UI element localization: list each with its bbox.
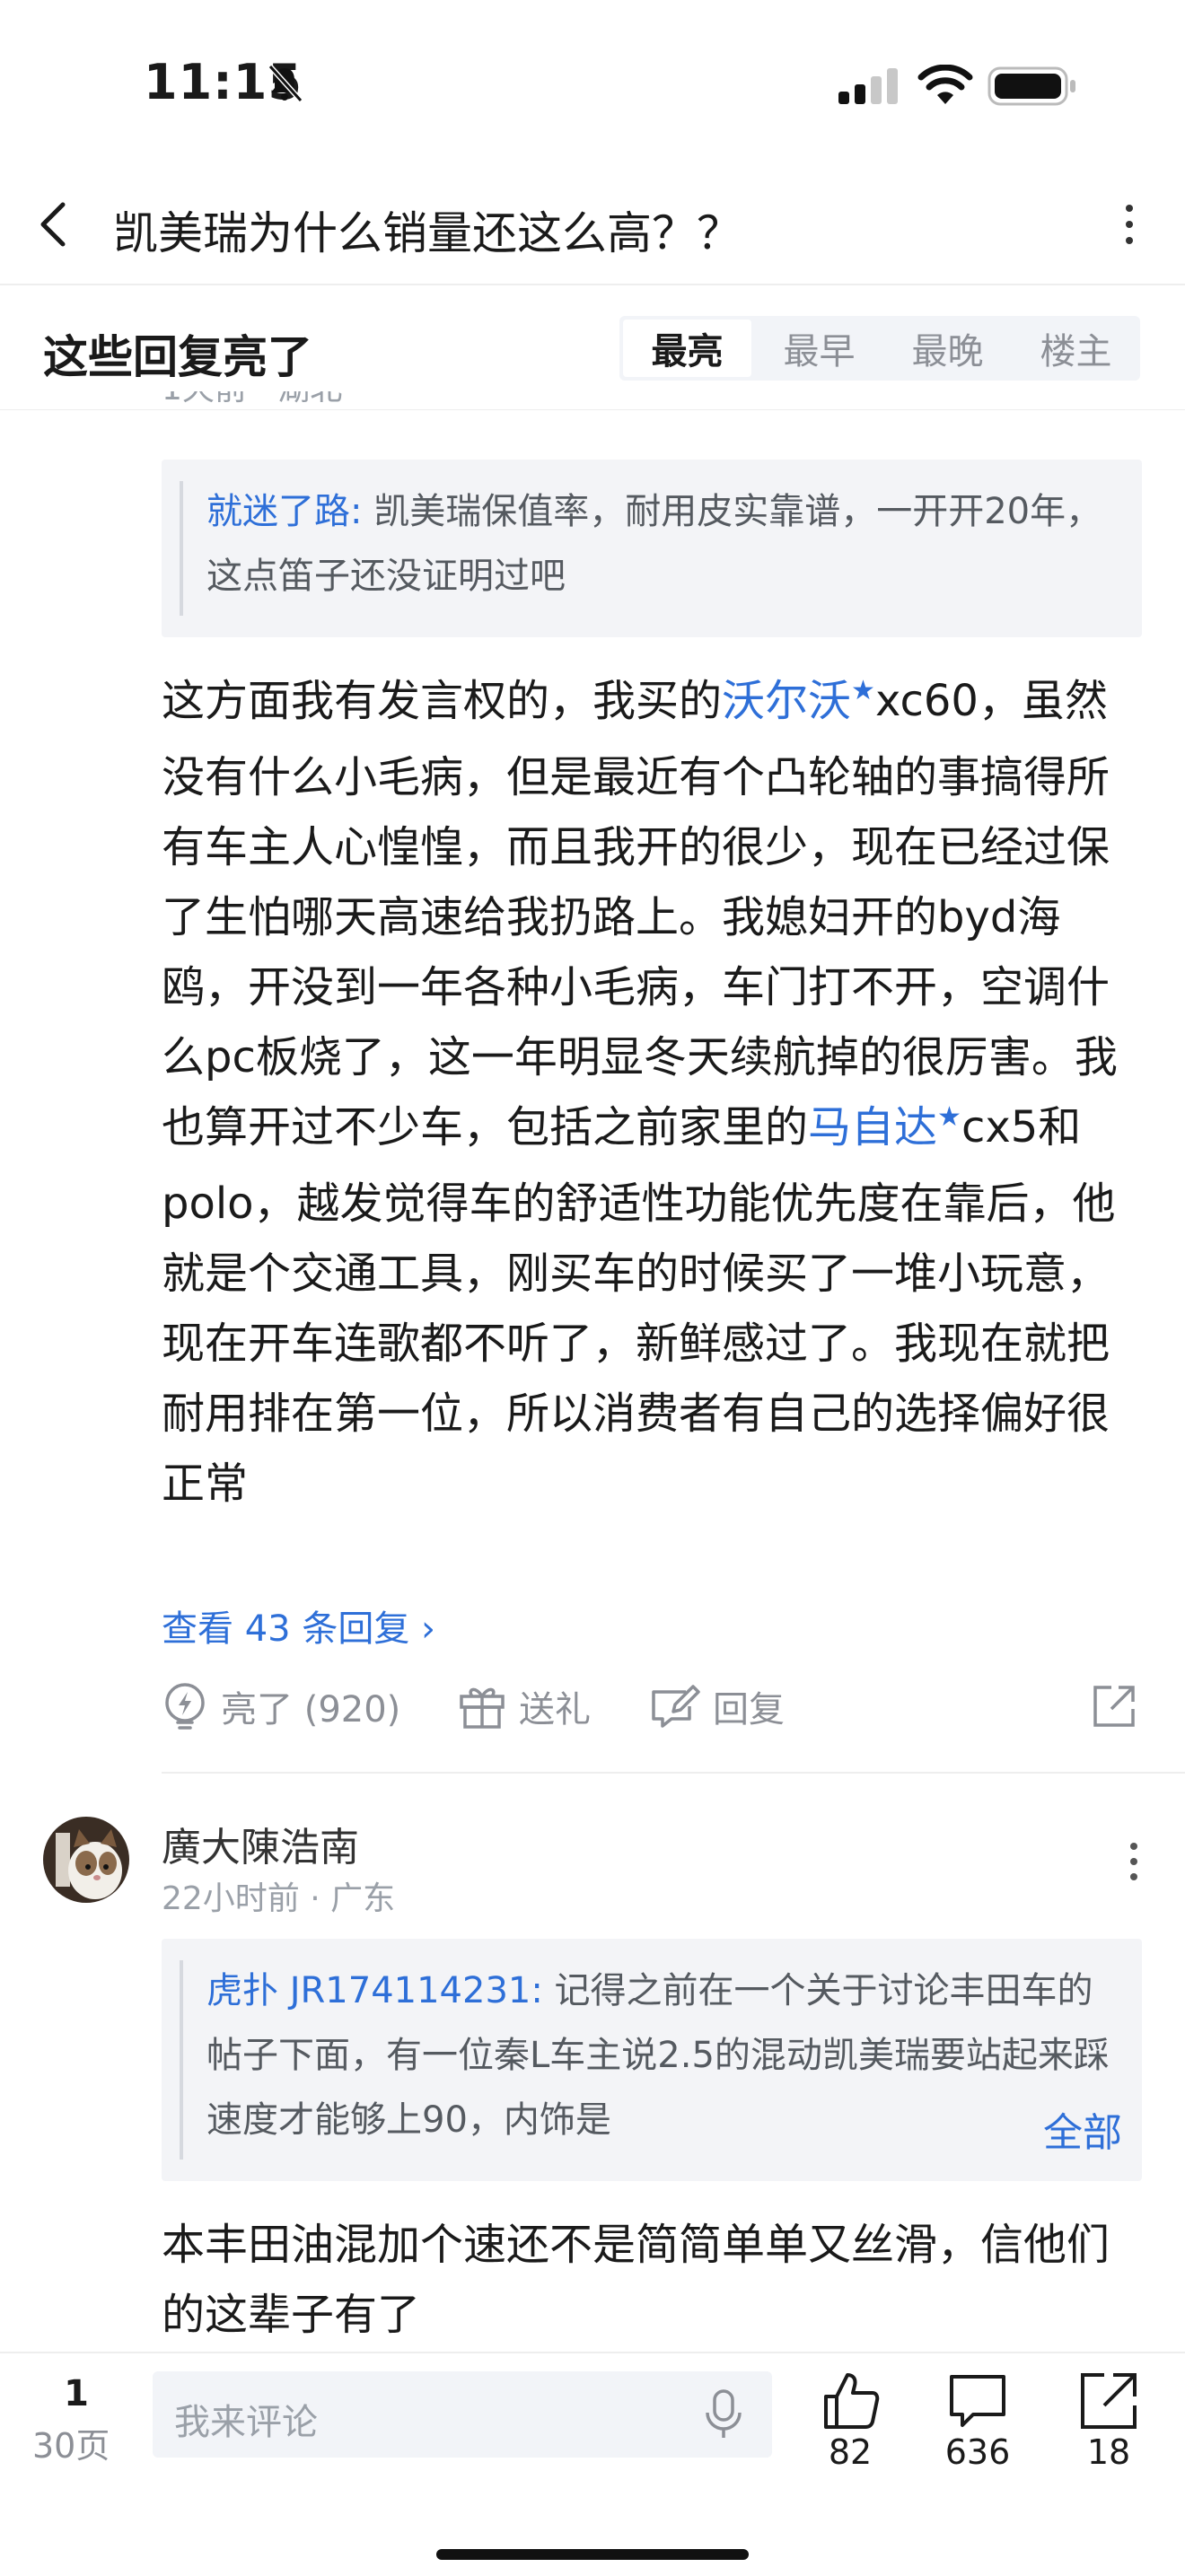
- likes-count: 82: [828, 2432, 873, 2472]
- star-icon: ★: [937, 1101, 961, 1133]
- more-icon[interactable]: [1129, 1842, 1138, 1881]
- comment-body: 这方面我有发言权的，我买的沃尔沃★xc60，虽然没有什么小毛病，但是最近有个凸轮…: [162, 675, 1118, 1509]
- quote-bar: [180, 1960, 183, 2160]
- quote-text: 虎扑 JR174114231: 记得之前在一个关于讨论丰田车的帖子下面，有一位秦…: [206, 1970, 1110, 2141]
- brand-link-volvo[interactable]: 沃尔沃: [722, 676, 851, 726]
- comment-icon[interactable]: [946, 2370, 1009, 2432]
- sort-tab-latest[interactable]: 最晚: [883, 316, 1012, 381]
- quoted-reply[interactable]: 就迷了路: 凯美瑞保值率，耐用皮实靠谱，一开开20年，这点笛子还没证明过吧: [162, 460, 1142, 637]
- sort-tab-op[interactable]: 楼主: [1012, 316, 1140, 381]
- wifi-icon: [917, 65, 973, 104]
- sort-tab-earliest[interactable]: 最早: [755, 316, 883, 381]
- mic-icon[interactable]: [700, 2388, 747, 2441]
- shares-count: 18: [1086, 2432, 1131, 2472]
- edit-reply-icon: [652, 1685, 700, 1728]
- divider: [162, 1772, 1185, 1774]
- more-icon[interactable]: [1124, 203, 1135, 246]
- view-replies-link[interactable]: 查看 43 条回复 ›: [162, 1599, 435, 1652]
- quote-author[interactable]: 虎扑 JR174114231:: [206, 1970, 543, 2011]
- comments-count: 636: [944, 2432, 1011, 2472]
- like-button[interactable]: 亮了 (920): [162, 1680, 400, 1732]
- thumbs-up-icon[interactable]: [819, 2370, 882, 2432]
- signal-icon: [838, 68, 898, 104]
- quote-text: 就迷了路: 凯美瑞保值率，耐用皮实靠谱，一开开20年，这点笛子还没证明过吧: [206, 491, 1102, 597]
- divider: [0, 284, 1185, 285]
- sort-tab-brightest[interactable]: 最亮: [623, 320, 751, 377]
- back-icon[interactable]: [36, 199, 72, 250]
- page-total[interactable]: 30页: [32, 2418, 110, 2467]
- comment-body: 本丰田油混加个速还不是简简单单又丝滑，信他们的这辈子有了: [162, 2220, 1110, 2340]
- comment-meta: 22小时前 · 广东: [162, 1880, 396, 1917]
- bolt-like-icon: [165, 1683, 205, 1730]
- quoted-reply[interactable]: 虎扑 JR174114231: 记得之前在一个关于讨论丰田车的帖子下面，有一位秦…: [162, 1939, 1142, 2181]
- avatar[interactable]: [43, 1817, 129, 1903]
- expand-link[interactable]: 全部: [998, 2100, 1122, 2158]
- battery-icon: [988, 66, 1075, 106]
- gift-button[interactable]: 送礼: [458, 1680, 591, 1732]
- quote-author[interactable]: 就迷了路:: [206, 491, 362, 532]
- section-title: 这些回复亮了: [43, 331, 312, 383]
- gift-icon: [460, 1687, 505, 1729]
- share-icon[interactable]: [1092, 1684, 1137, 1729]
- mute-bell-icon: [268, 64, 303, 102]
- star-icon: ★: [851, 675, 875, 706]
- reply-button[interactable]: 回复: [650, 1680, 785, 1732]
- username[interactable]: 廣大陳浩南: [162, 1815, 359, 1872]
- share-icon[interactable]: [1077, 2370, 1140, 2432]
- comment-placeholder: 我来评论: [174, 2402, 318, 2443]
- quote-bar: [180, 481, 183, 616]
- post-title: 凯美瑞为什么销量还这么高？？: [113, 207, 742, 259]
- brand-link-mazda[interactable]: 马自达: [808, 1102, 937, 1152]
- comment-meta: 1天前 · 湖北: [162, 391, 342, 415]
- page-current[interactable]: 1: [54, 2373, 99, 2414]
- home-indicator[interactable]: [436, 2549, 749, 2560]
- sort-tabs: 最亮 最早 最晚 楼主: [619, 316, 1140, 381]
